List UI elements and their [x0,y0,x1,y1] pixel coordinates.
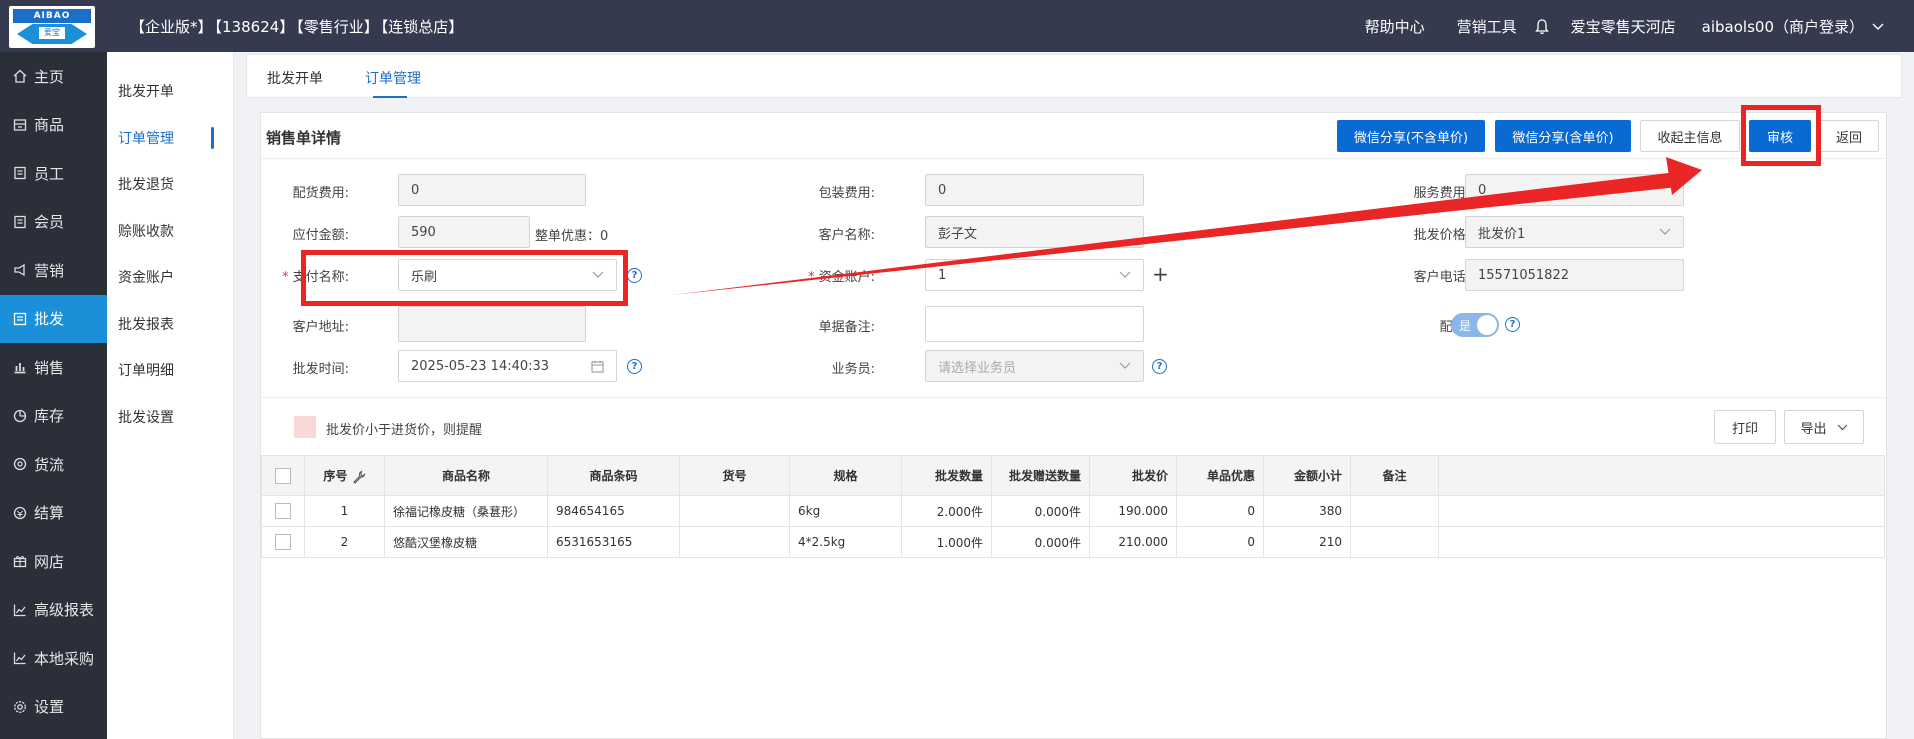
annotation-arrow [672,157,1702,295]
